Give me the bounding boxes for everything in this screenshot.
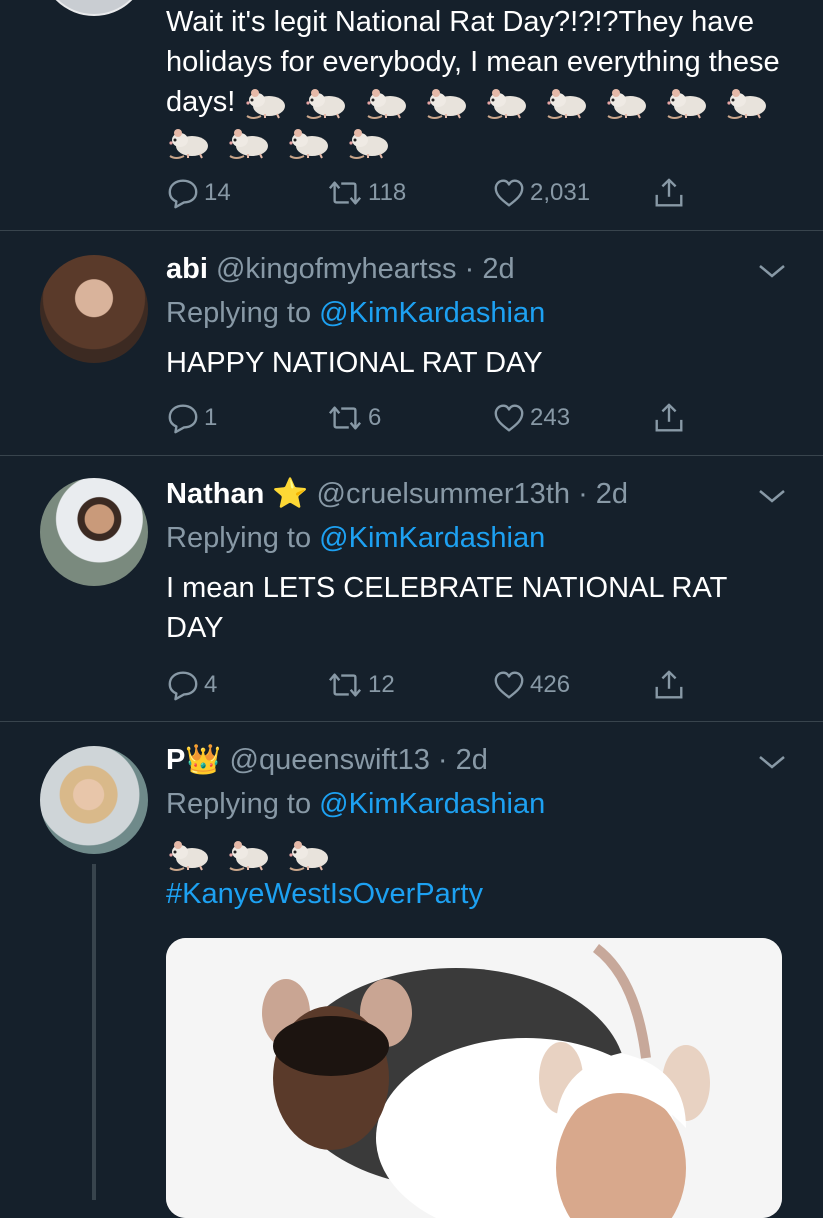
rat-emoji <box>226 126 272 160</box>
like-count: 243 <box>530 404 571 431</box>
tweet-text: Wait it's legit National Rat Day?!?!?The… <box>166 2 783 162</box>
rat-emoji <box>286 126 332 160</box>
like-icon <box>492 176 526 210</box>
mention-link[interactable]: @KimKardashian <box>319 788 545 820</box>
share-button[interactable] <box>652 176 686 210</box>
tweet-actions: 14 118 2,031 <box>166 176 726 212</box>
hashtag-link[interactable]: #KanyeWestIsOverParty <box>166 874 783 914</box>
reply-button[interactable]: 4 <box>166 668 217 702</box>
reply-icon <box>166 176 200 210</box>
dot-separator: · <box>437 744 448 776</box>
tweet[interactable]: Nathan ⭐ @cruelsummer13th · 2d Replying … <box>0 456 823 721</box>
rat-emoji <box>346 126 392 160</box>
rat-emoji <box>166 838 212 872</box>
tweet-header: abi @kingofmyheartss · 2d <box>166 251 783 287</box>
display-name[interactable]: P <box>166 744 185 776</box>
reply-button[interactable]: 14 <box>166 176 231 210</box>
tweet-text: HAPPY NATIONAL RAT DAY <box>166 347 543 379</box>
retweet-count: 12 <box>368 671 395 698</box>
like-count: 2,031 <box>530 179 591 206</box>
share-icon <box>652 401 686 435</box>
rat-emoji <box>724 86 770 120</box>
retweet-button[interactable]: 6 <box>326 401 381 435</box>
share-button[interactable] <box>652 401 686 435</box>
thread-line <box>92 864 96 1200</box>
timestamp[interactable]: 2d <box>596 478 628 510</box>
replying-to: Replying to @KimKardashian <box>166 522 546 554</box>
tweet-text: #KanyeWestIsOverParty <box>166 834 783 914</box>
chevron-down-icon[interactable] <box>757 752 787 772</box>
tweet-media-image[interactable] <box>166 938 782 1218</box>
rat-emoji <box>664 86 710 120</box>
reply-count: 4 <box>204 671 218 698</box>
reply-icon <box>166 668 200 702</box>
retweet-icon <box>326 401 364 435</box>
rat-emoji <box>303 86 349 120</box>
display-name[interactable]: Nathan <box>166 478 264 510</box>
handle[interactable]: @kingofmyheartss <box>216 253 457 285</box>
avatar[interactable] <box>40 0 148 16</box>
rat-emoji <box>544 86 590 120</box>
rat-emoji <box>424 86 470 120</box>
reply-count: 1 <box>204 404 218 431</box>
retweet-icon <box>326 176 364 210</box>
rat-emoji <box>364 86 410 120</box>
retweet-count: 118 <box>368 179 407 206</box>
rat-meme-image <box>166 938 782 1218</box>
handle[interactable]: @queenswift13 <box>230 744 430 776</box>
share-button[interactable] <box>652 668 686 702</box>
tweet[interactable]: abi @kingofmyheartss · 2d Replying to @K… <box>0 231 823 455</box>
rat-emoji <box>243 86 289 120</box>
emoji-row <box>166 834 783 874</box>
like-icon <box>492 401 526 435</box>
timestamp[interactable]: 2d <box>482 253 514 285</box>
avatar[interactable] <box>40 255 148 363</box>
mention-link[interactable]: @KimKardashian <box>319 297 545 329</box>
reply-count: 14 <box>204 179 231 206</box>
dot-separator: · <box>464 253 475 285</box>
rat-emoji <box>226 838 272 872</box>
avatar[interactable] <box>40 746 148 854</box>
rat-emoji <box>484 86 530 120</box>
replying-to: Replying to @KimKardashian <box>166 297 546 329</box>
rat-emoji <box>604 86 650 120</box>
retweet-button[interactable]: 118 <box>326 176 406 210</box>
rat-emoji <box>286 838 332 872</box>
like-button[interactable]: 243 <box>492 401 570 435</box>
emoji-row <box>166 86 776 158</box>
tweet-header: P👑 @queenswift13 · 2d <box>166 742 783 778</box>
like-count: 426 <box>530 671 571 698</box>
reply-icon <box>166 401 200 435</box>
like-icon <box>492 668 526 702</box>
mention-link[interactable]: @KimKardashian <box>319 522 545 554</box>
timestamp[interactable]: 2d <box>456 744 488 776</box>
chevron-down-icon[interactable] <box>757 486 787 506</box>
tweet[interactable]: Wait it's legit National Rat Day?!?!?The… <box>0 0 823 230</box>
rat-emoji <box>166 126 212 160</box>
chevron-down-icon[interactable] <box>757 261 787 281</box>
like-button[interactable]: 426 <box>492 668 570 702</box>
handle[interactable]: @cruelsummer13th <box>317 478 570 510</box>
reply-button[interactable]: 1 <box>166 401 217 435</box>
replying-to: Replying to @KimKardashian <box>166 788 546 820</box>
share-icon <box>652 668 686 702</box>
avatar[interactable] <box>40 478 148 586</box>
retweet-button[interactable]: 12 <box>326 668 395 702</box>
name-emoji: 👑 <box>185 744 222 776</box>
tweet-actions: 4 12 426 <box>166 668 726 704</box>
name-emoji: ⭐ <box>272 478 309 510</box>
dot-separator: · <box>578 478 588 510</box>
retweet-icon <box>326 668 364 702</box>
retweet-count: 6 <box>368 404 382 431</box>
display-name[interactable]: abi <box>166 253 208 285</box>
like-button[interactable]: 2,031 <box>492 176 590 210</box>
tweet-header: Nathan ⭐ @cruelsummer13th · 2d <box>166 476 783 512</box>
share-icon <box>652 176 686 210</box>
tweet-text: I mean LETS CELEBRATE NATIONAL RAT DAY <box>166 572 727 644</box>
tweet-actions: 1 6 243 <box>166 401 726 437</box>
